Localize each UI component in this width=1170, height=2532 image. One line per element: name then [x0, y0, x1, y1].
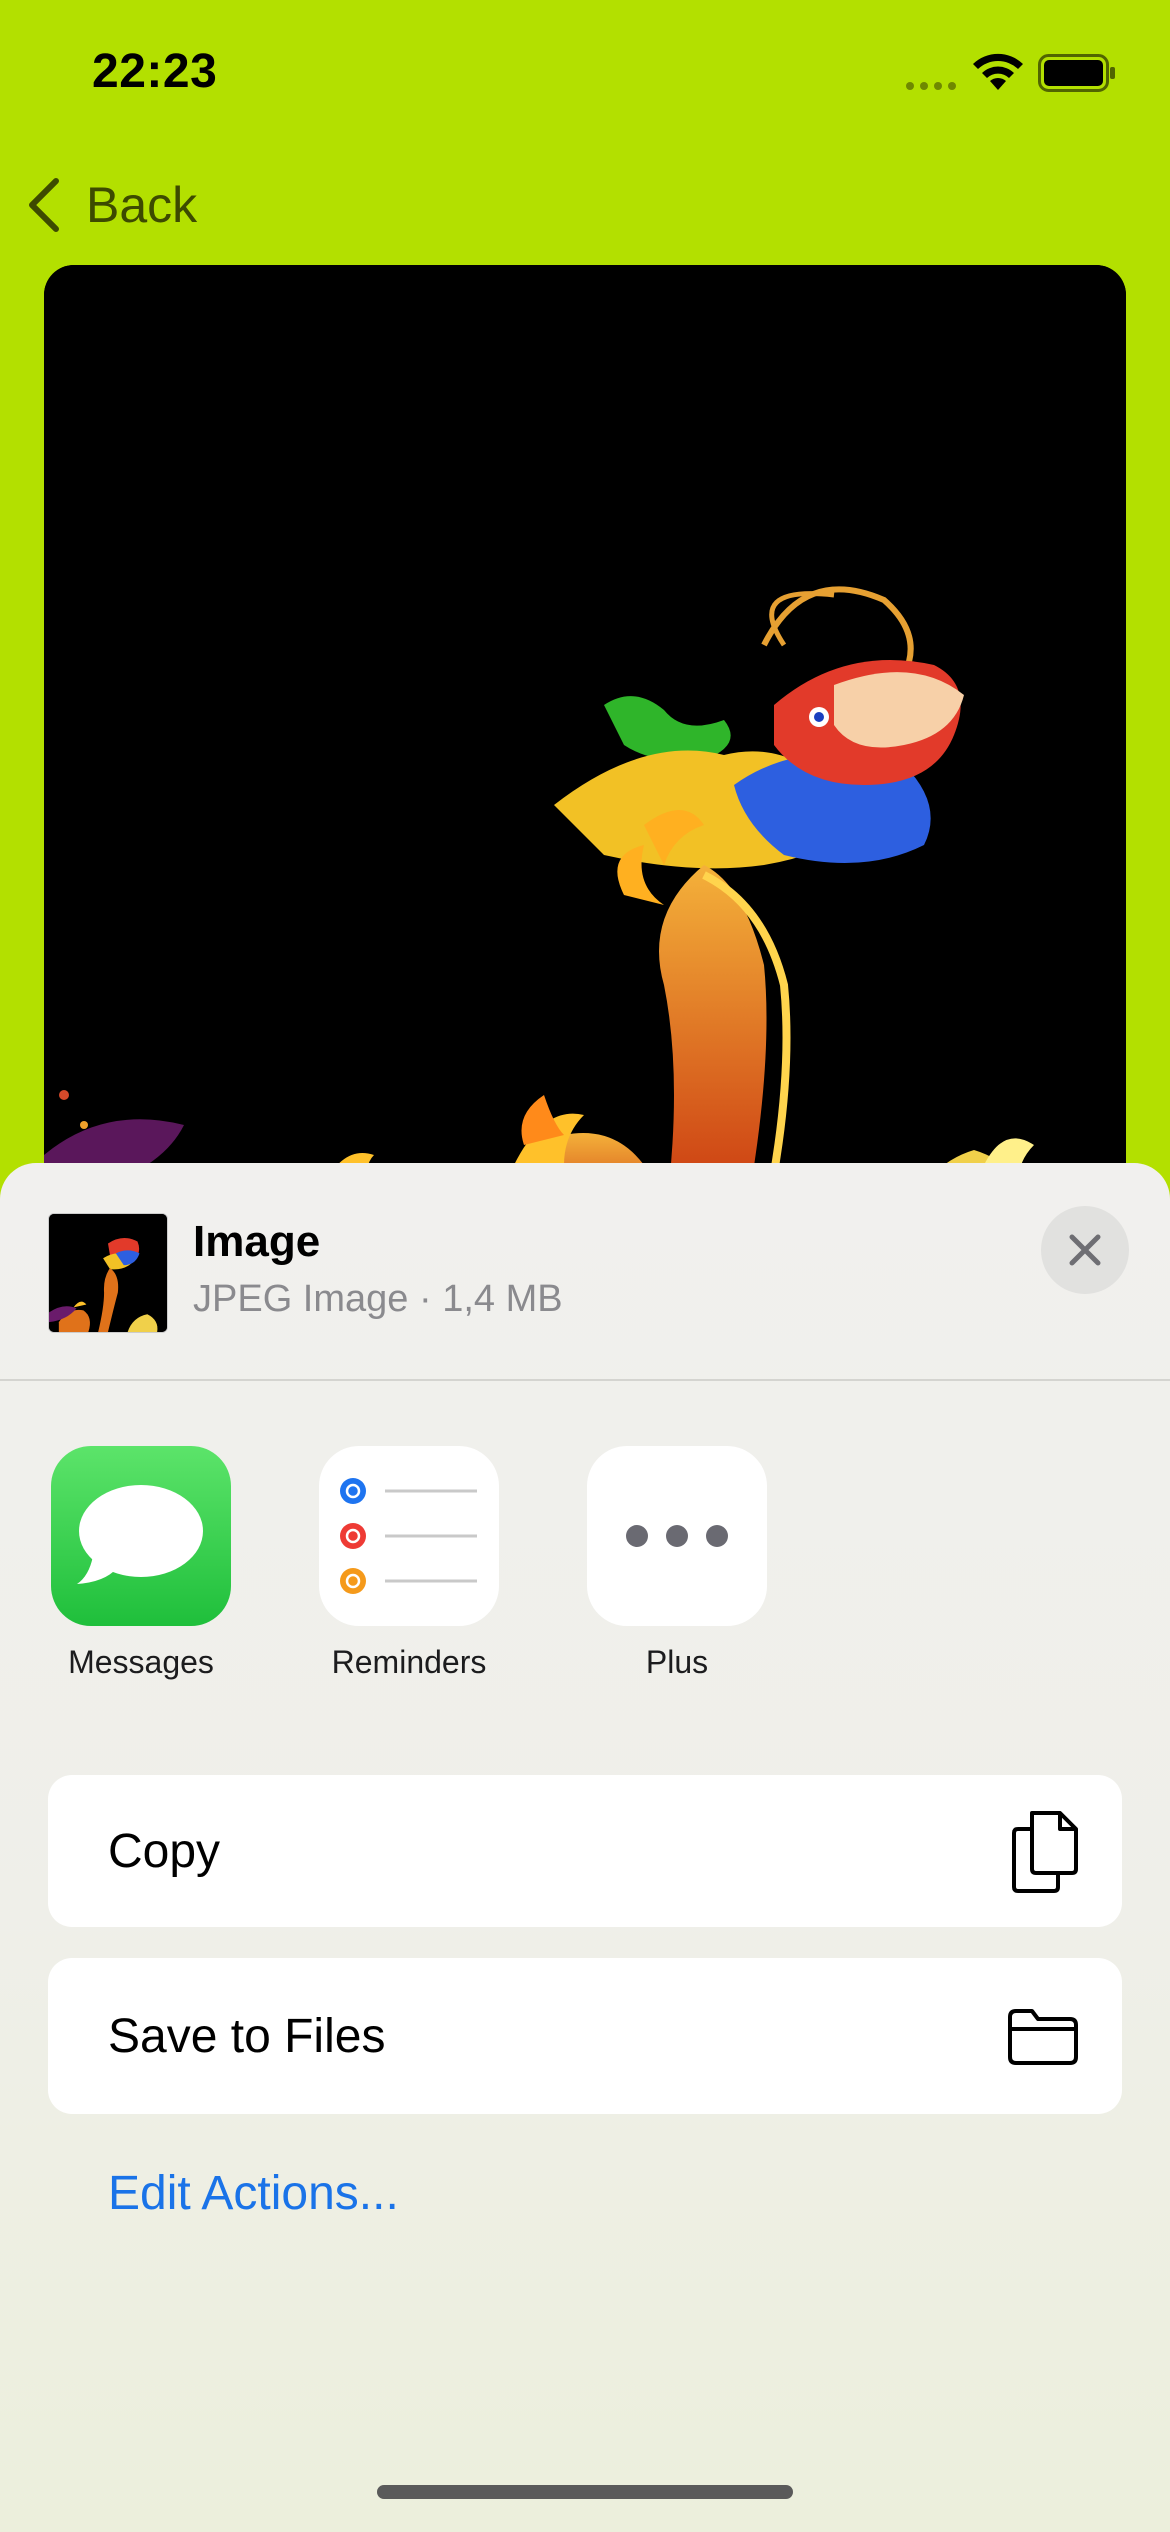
cellular-signal-icon	[906, 82, 956, 90]
battery-full-icon	[1038, 54, 1115, 92]
copy-action[interactable]: Copy	[48, 1775, 1122, 1927]
close-x-icon	[1069, 1234, 1101, 1266]
home-indicator[interactable]	[377, 2485, 793, 2499]
back-button[interactable]: Back	[22, 170, 197, 240]
thumbnail-image	[49, 1214, 167, 1332]
file-meta: JPEG Image · 1,4 MB	[193, 1278, 563, 1320]
share-app-reminders[interactable]: Reminders	[294, 1446, 524, 1681]
edit-actions-link[interactable]: Edit Actions...	[108, 2166, 399, 2221]
share-app-messages[interactable]: Messages	[26, 1446, 256, 1681]
app-label: Messages	[68, 1644, 214, 1680]
reminders-icon	[319, 1446, 499, 1626]
app-label: Plus	[645, 1644, 709, 1680]
action-label: Copy	[108, 1824, 221, 1878]
dragon-illustration	[44, 265, 1126, 1225]
share-sheet-header: Image JPEG Image · 1,4 MB	[0, 1163, 1170, 1381]
share-app-more[interactable]: Plus	[562, 1446, 792, 1681]
share-sheet: Image JPEG Image · 1,4 MB Messages Remin…	[0, 1163, 1170, 2532]
save-to-files-action[interactable]: Save to Files	[48, 1958, 1122, 2114]
file-title: Image	[193, 1217, 321, 1266]
app-label: Reminders	[331, 1644, 487, 1680]
status-time: 22:23	[92, 45, 218, 98]
dragon-lantern-photo	[44, 265, 1126, 1225]
status-bar: 22:23	[0, 0, 1170, 150]
close-button[interactable]	[1041, 1206, 1129, 1294]
messages-icon	[51, 1446, 231, 1626]
share-app-row: Messages Reminders Plus	[0, 1446, 1170, 1706]
file-thumbnail	[48, 1213, 168, 1333]
wifi-icon	[973, 53, 1023, 90]
more-ellipsis-icon	[587, 1446, 767, 1626]
copy-documents-icon	[1012, 1811, 1078, 1893]
chevron-left-icon	[29, 178, 59, 232]
back-label: Back	[86, 177, 198, 233]
action-label: Save to Files	[108, 2009, 386, 2063]
folder-icon	[1008, 2009, 1078, 2065]
